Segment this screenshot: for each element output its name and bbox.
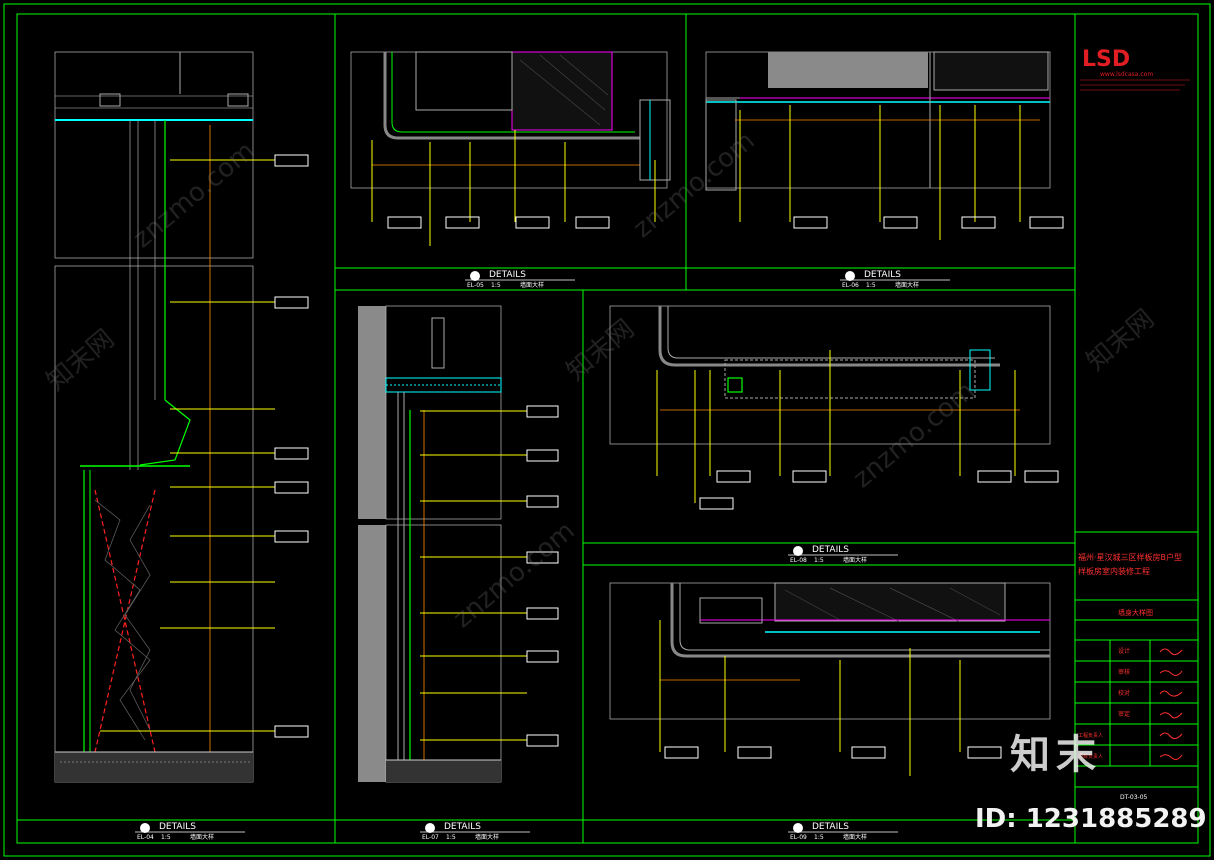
- sign-row-1: 设计: [1118, 647, 1130, 655]
- sign-row-2: 审核: [1118, 668, 1130, 676]
- watermark-id: ID: 1231885289: [975, 804, 1207, 834]
- panel-bottom-right: [609, 582, 1051, 720]
- panel-top-right-tags: [793, 216, 1064, 229]
- detail-2-title: DETAILS: [489, 270, 526, 280]
- detail-2-name: 墙面大样: [520, 281, 544, 289]
- panel-bottom-right-leaders: [659, 620, 961, 776]
- detail-title-3: DETAILS EL-06 1:5 墙面大样: [840, 270, 950, 289]
- logo-website: www.lsdcasa.com: [1100, 71, 1153, 78]
- detail-3-sheet: EL-06: [842, 282, 859, 289]
- detail-title-6: DETAILS EL-09 1:5 墙面大样: [788, 822, 898, 841]
- detail-1-title: DETAILS: [159, 822, 196, 832]
- panel-left-tags: [274, 154, 309, 738]
- project-line-2: 样板房室内装修工程: [1078, 566, 1150, 576]
- detail-4-name: 墙面大样: [475, 833, 499, 841]
- detail-6-sheet: EL-09: [790, 834, 807, 841]
- detail-6-name: 墙面大样: [843, 833, 867, 841]
- logo-brand: LSD: [1082, 47, 1130, 72]
- detail-4-scale: 1:5: [446, 834, 456, 841]
- detail-3-name: 墙面大样: [895, 281, 919, 289]
- detail-5-name: 墙面大样: [843, 556, 867, 564]
- detail-title-4: DETAILS EL-07 1:5 墙面大样: [420, 822, 530, 841]
- detail-6-scale: 1:5: [814, 834, 824, 841]
- detail-2-sheet: EL-05: [467, 282, 484, 289]
- detail-3-title: DETAILS: [864, 270, 901, 280]
- detail-5-sheet: EL-08: [790, 557, 807, 564]
- detail-1-sheet: EL-04: [137, 834, 154, 841]
- detail-1-name: 墙面大样: [190, 833, 214, 841]
- panel-top-right: [705, 51, 1051, 191]
- detail-2-scale: 1:5: [491, 282, 501, 289]
- detail-1-scale: 1:5: [161, 834, 171, 841]
- title-block: LSD www.lsdcasa.com 福州·星汉城三区样板房B户型 样板房室内…: [1075, 47, 1198, 801]
- detail-title-2: DETAILS EL-05 1:5 墙面大样: [465, 270, 575, 289]
- sign-row-4: 审定: [1118, 710, 1130, 718]
- drawing-name: 墙身大样图: [1118, 608, 1153, 617]
- detail-title-1: DETAILS EL-04 1:5 墙面大样: [135, 822, 245, 841]
- detail-4-sheet: EL-07: [422, 834, 439, 841]
- detail-title-5: DETAILS EL-08 1:5 墙面大样: [788, 545, 898, 564]
- drawing-number: DT-03-05: [1120, 794, 1148, 801]
- detail-4-title: DETAILS: [444, 822, 481, 832]
- detail-5-title: DETAILS: [812, 545, 849, 555]
- detail-6-title: DETAILS: [812, 822, 849, 832]
- panel-left-leaders: [100, 159, 275, 732]
- sign-row-3: 校对: [1118, 689, 1130, 697]
- panel-top-middle: [350, 51, 671, 189]
- project-line-1: 福州·星汉城三区样板房B户型: [1078, 552, 1182, 562]
- panel-middle-section: [358, 305, 502, 783]
- detail-5-scale: 1:5: [814, 557, 824, 564]
- panel-bottom-right-tags: [664, 746, 1002, 759]
- panel-top-middle-tags: [387, 216, 610, 229]
- panel-top-right-leaders: [739, 105, 1021, 240]
- watermark-brand: 知末: [1010, 732, 1102, 778]
- detail-3-scale: 1:5: [866, 282, 876, 289]
- panel-middle-right-leaders: [656, 350, 1016, 503]
